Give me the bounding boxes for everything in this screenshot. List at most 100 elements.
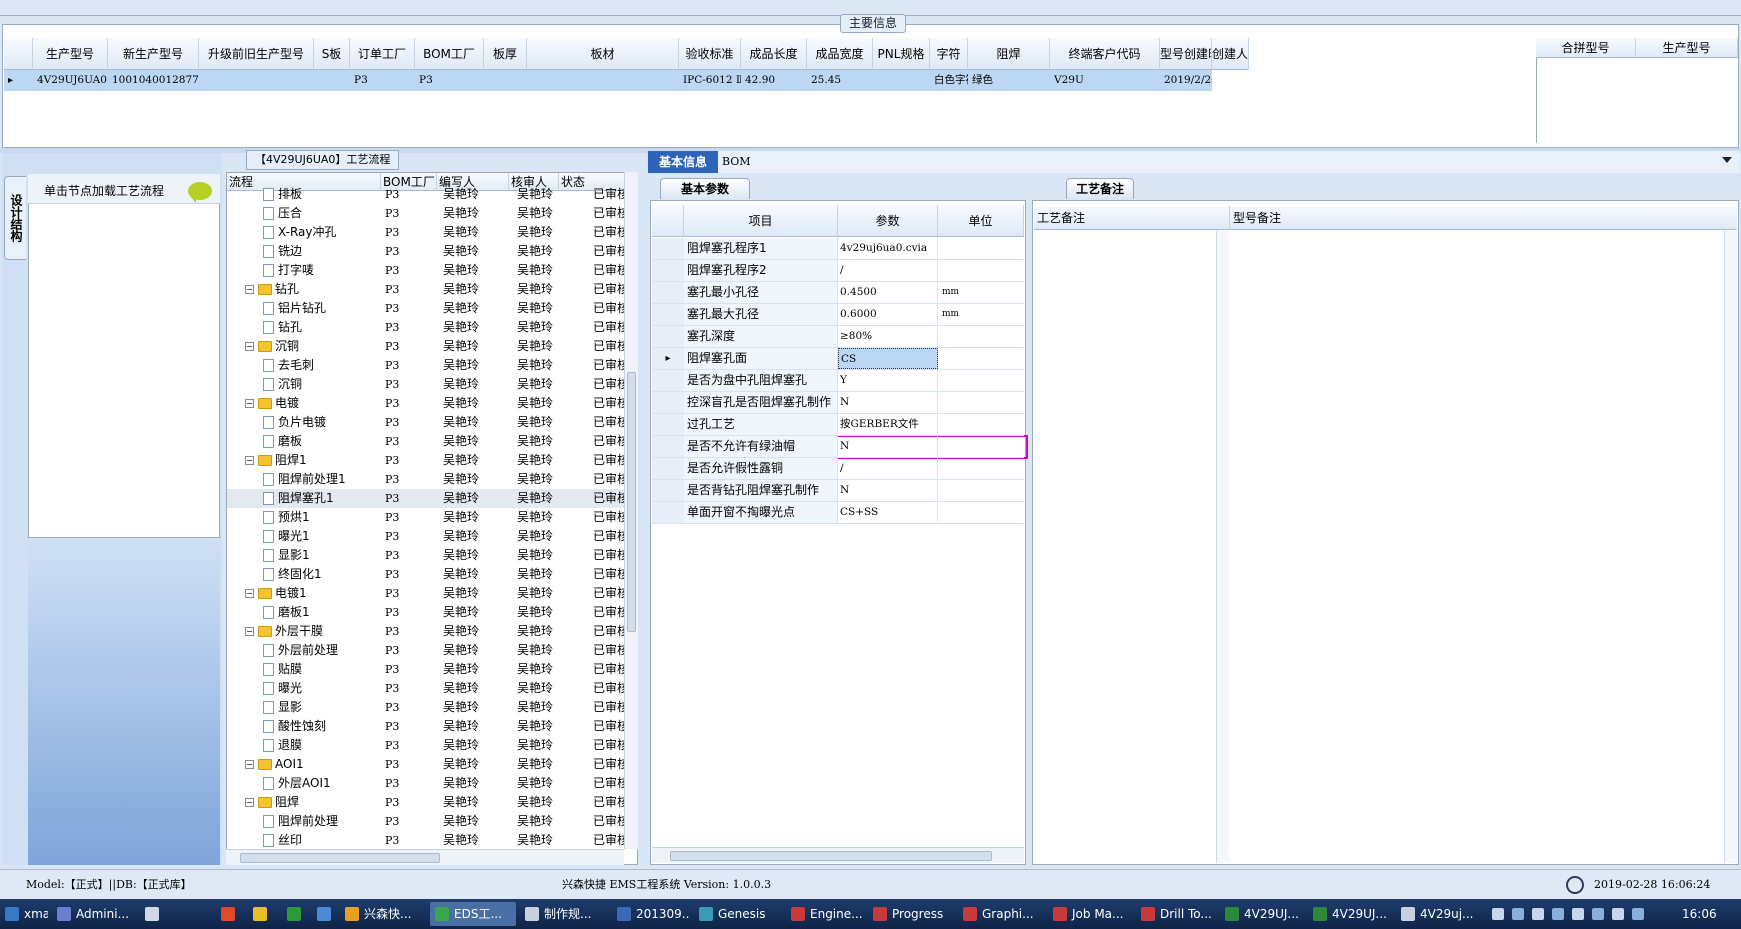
col-header[interactable]: 升级前旧生产型号: [199, 38, 314, 70]
params-value[interactable]: CS: [838, 348, 938, 369]
col-header[interactable]: 阻焊: [968, 38, 1050, 70]
tree-node[interactable]: 钻孔 P3 吴艳玲 吴艳玲 已审核: [227, 318, 637, 337]
tab-process-notes[interactable]: 工艺备注: [1066, 178, 1134, 199]
params-row[interactable]: 是否不允许有绿油帽 N: [652, 436, 1024, 458]
taskbar-button[interactable]: Genesis: [694, 902, 782, 926]
grid-cell[interactable]: IPC-6012 Ⅱ级: [683, 70, 741, 91]
grid-cell[interactable]: 4V29UJ6UA0: [37, 70, 108, 91]
tree-node[interactable]: 阻焊前处理 P3 吴艳玲 吴艳玲 已审核: [227, 812, 637, 831]
taskbar-button[interactable]: [140, 902, 212, 926]
taskbar-button[interactable]: Progress: [868, 902, 954, 926]
grid-cell[interactable]: P3: [354, 70, 415, 91]
collapse-icon[interactable]: −: [245, 285, 254, 294]
col-header[interactable]: S板: [314, 38, 350, 70]
tree-node[interactable]: − 阻焊 P3 吴艳玲 吴艳玲 已审核: [227, 793, 637, 812]
tree-hscroll-thumb[interactable]: [240, 853, 440, 863]
params-col-header[interactable]: 单位: [938, 205, 1024, 237]
col-header[interactable]: 终端客户代码: [1050, 38, 1160, 70]
params-row[interactable]: 是否背钻孔阻焊塞孔制作 N: [652, 480, 1024, 502]
grid-cell[interactable]: [531, 70, 679, 91]
tree-node[interactable]: 铝片钻孔 P3 吴艳玲 吴艳玲 已审核: [227, 299, 637, 318]
params-row[interactable]: 过孔工艺 按GERBER文件: [652, 414, 1024, 436]
grid-cell[interactable]: 42.90: [745, 70, 807, 91]
taskbar-button[interactable]: [248, 902, 278, 926]
tree-node[interactable]: 打字唛 P3 吴艳玲 吴艳玲 已审核: [227, 261, 637, 280]
tree-node[interactable]: 外层AOI1 P3 吴艳玲 吴艳玲 已审核: [227, 774, 637, 793]
merge-col-header[interactable]: 合拼型号: [1536, 38, 1636, 58]
tree-node[interactable]: 磨板1 P3 吴艳玲 吴艳玲 已审核: [227, 603, 637, 622]
taskbar-button[interactable]: [282, 902, 308, 926]
params-hscroll-thumb[interactable]: [670, 851, 992, 861]
params-value[interactable]: N: [838, 392, 938, 413]
tree-node[interactable]: 曝光1 P3 吴艳玲 吴艳玲 已审核: [227, 527, 637, 546]
grid-cell[interactable]: [488, 70, 527, 91]
col-header[interactable]: 创建人: [1212, 38, 1250, 70]
tray-monitor-icon[interactable]: [1492, 908, 1504, 920]
grid-cell[interactable]: [877, 70, 930, 91]
collapse-icon[interactable]: −: [245, 798, 254, 807]
tree-node[interactable]: 预烘1 P3 吴艳玲 吴艳玲 已审核: [227, 508, 637, 527]
collapse-icon[interactable]: −: [245, 342, 254, 351]
tree-node[interactable]: − 电镀1 P3 吴艳玲 吴艳玲 已审核: [227, 584, 637, 603]
tree-node[interactable]: 沉铜 P3 吴艳玲 吴艳玲 已审核: [227, 375, 637, 394]
params-row[interactable]: 塞孔最大孔径 0.6000 mm: [652, 304, 1024, 326]
taskbar-button[interactable]: 4V29uj...: [1396, 902, 1474, 926]
params-col-header[interactable]: 项目: [684, 205, 838, 237]
grid-cell[interactable]: 绿色: [972, 70, 1050, 91]
taskbar-button[interactable]: EDS工...: [430, 902, 516, 926]
col-header[interactable]: 板厚: [484, 38, 527, 70]
tree-node[interactable]: X-Ray冲孔 P3 吴艳玲 吴艳玲 已审核: [227, 223, 637, 242]
grid-cell[interactable]: [318, 70, 350, 91]
params-value[interactable]: Y: [838, 370, 938, 391]
params-row[interactable]: 阻焊塞孔程序2/: [652, 260, 1024, 282]
taskbar-button[interactable]: [312, 902, 336, 926]
params-value[interactable]: 按GERBER文件: [838, 414, 938, 435]
grid-cell[interactable]: [203, 70, 314, 91]
params-col-header[interactable]: 参数: [838, 205, 938, 237]
tree-node[interactable]: 负片电镀 P3 吴艳玲 吴艳玲 已审核: [227, 413, 637, 432]
tree-vscroll-thumb[interactable]: [627, 372, 636, 632]
tree-node[interactable]: 阻焊塞孔1 P3 吴艳玲 吴艳玲 已审核: [227, 489, 637, 508]
taskbar-button[interactable]: 4V29UJ...: [1308, 902, 1392, 926]
tree-node[interactable]: 外层前处理 P3 吴艳玲 吴艳玲 已审核: [227, 641, 637, 660]
tree-node[interactable]: 阻焊前处理1 P3 吴艳玲 吴艳玲 已审核: [227, 470, 637, 489]
tray-flag-icon[interactable]: [1632, 908, 1644, 920]
taskbar-button[interactable]: 制作规...: [520, 902, 608, 926]
params-value[interactable]: ≥80%: [838, 326, 938, 347]
col-header[interactable]: 成品长度: [741, 38, 807, 70]
params-value[interactable]: /: [838, 458, 938, 479]
taskbar-button[interactable]: Admini...: [52, 902, 136, 926]
params-horizontal-scrollbar[interactable]: [652, 847, 1024, 863]
col-header[interactable]: 新生产型号: [108, 38, 199, 70]
tree-horizontal-scrollbar[interactable]: [226, 849, 624, 865]
tray-speaker-icon[interactable]: [1592, 908, 1604, 920]
params-row[interactable]: ▸ 阻焊塞孔面 CS: [652, 348, 1024, 370]
tray-battery-icon[interactable]: [1612, 908, 1624, 920]
params-row[interactable]: 是否为盘中孔阻焊塞孔 Y: [652, 370, 1024, 392]
col-header[interactable]: 板材: [527, 38, 679, 70]
collapse-icon[interactable]: −: [245, 456, 254, 465]
tray-keyboard-icon[interactable]: [1532, 908, 1544, 920]
col-header[interactable]: 成品宽度: [807, 38, 873, 70]
col-header[interactable]: 生产型号: [33, 38, 108, 70]
params-value[interactable]: /: [838, 260, 938, 281]
tree-node[interactable]: 显影1 P3 吴艳玲 吴艳玲 已审核: [227, 546, 637, 565]
params-value[interactable]: CS+SS: [838, 502, 938, 523]
collapse-icon[interactable]: −: [245, 399, 254, 408]
tree-node[interactable]: − AOI1 P3 吴艳玲 吴艳玲 已审核: [227, 755, 637, 774]
taskbar-button[interactable]: [216, 902, 244, 926]
tree-node[interactable]: 贴膜 P3 吴艳玲 吴艳玲 已审核: [227, 660, 637, 679]
grid-cell[interactable]: 25.45: [811, 70, 873, 91]
collapse-icon[interactable]: −: [245, 589, 254, 598]
tree-node[interactable]: 丝印 P3 吴艳玲 吴艳玲 已审核: [227, 831, 637, 850]
tree-node[interactable]: 显影 P3 吴艳玲 吴艳玲 已审核: [227, 698, 637, 717]
collapse-icon[interactable]: −: [245, 627, 254, 636]
grid-cell[interactable]: 2019/2/26: [1164, 70, 1212, 91]
tree-vertical-scrollbar[interactable]: [624, 172, 638, 849]
tree-node[interactable]: 退膜 P3 吴艳玲 吴艳玲 已审核: [227, 736, 637, 755]
col-header[interactable]: 订单工厂: [350, 38, 415, 70]
params-value[interactable]: 0.4500: [838, 282, 938, 303]
params-value[interactable]: N: [838, 436, 938, 457]
grid-cell[interactable]: 白色字符: [934, 70, 968, 91]
params-row[interactable]: 是否允许假性露铜 /: [652, 458, 1024, 480]
